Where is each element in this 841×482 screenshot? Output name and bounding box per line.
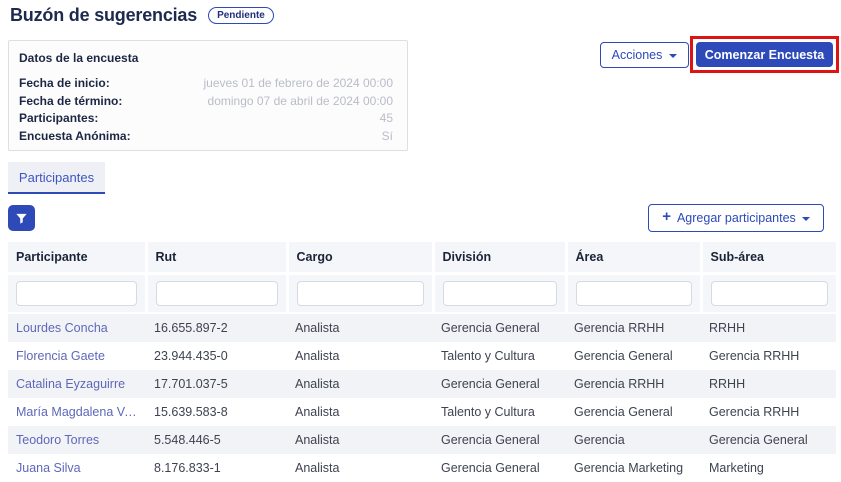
panel-heading: Datos de la encuesta <box>19 51 393 65</box>
table-cell: Gerencia <box>566 426 701 454</box>
status-badge: Pendiente <box>208 7 274 24</box>
filter-cell <box>287 274 433 314</box>
plus-icon: + <box>662 212 671 222</box>
filter-input-2[interactable] <box>156 281 278 306</box>
filter-button[interactable] <box>8 205 35 231</box>
field-value: domingo 07 de abril de 2024 00:00 <box>208 93 393 111</box>
table-cell: 16.655.897-2 <box>146 313 287 342</box>
table-cell: RRHH <box>701 313 836 342</box>
field-fecha-inicio: Fecha de inicio: jueves 01 de febrero de… <box>19 75 393 93</box>
table-cell: 8.176.833-1 <box>146 454 287 482</box>
participant-link[interactable]: María Magdalena Varas <box>8 398 146 426</box>
survey-data-panel: Datos de la encuesta Fecha de inicio: ju… <box>8 40 408 151</box>
column-header-1: Participante <box>8 242 146 274</box>
table-cell: Talento y Cultura <box>433 398 566 426</box>
table-row: María Magdalena Varas15.639.583-8Analist… <box>8 398 836 426</box>
page-header: Buzón de sugerencias Pendiente <box>10 5 274 26</box>
filter-row <box>8 274 836 314</box>
table-cell: Analista <box>287 426 433 454</box>
participant-link[interactable]: Juana Silva <box>8 454 146 482</box>
table-cell: Analista <box>287 313 433 342</box>
acciones-button-label: Acciones <box>612 48 663 62</box>
table-cell: Gerencia General <box>433 370 566 398</box>
filter-input-3[interactable] <box>297 281 424 306</box>
table-cell: Talento y Cultura <box>433 342 566 370</box>
agregar-participantes-label: Agregar participantes <box>677 211 796 225</box>
column-header-5: Área <box>566 242 701 274</box>
field-label: Fecha de inicio: <box>19 75 110 93</box>
filter-cell <box>8 274 146 314</box>
field-fecha-termino: Fecha de término: domingo 07 de abril de… <box>19 93 393 111</box>
tab-participantes[interactable]: Participantes <box>8 162 105 194</box>
filter-input-4[interactable] <box>443 281 557 306</box>
table-cell: Gerencia Marketing <box>566 454 701 482</box>
acciones-button[interactable]: Acciones <box>600 42 689 68</box>
agregar-participantes-button[interactable]: + Agregar participantes <box>648 204 824 232</box>
participants-table: ParticipanteRutCargoDivisiónÁreaSub-área… <box>8 242 836 482</box>
table-cell: Gerencia General <box>566 342 701 370</box>
filter-input-6[interactable] <box>711 281 829 306</box>
table-cell: Analista <box>287 342 433 370</box>
table-row: Florencia Gaete23.944.435-0AnalistaTalen… <box>8 342 836 370</box>
chevron-down-icon <box>802 217 810 221</box>
table-cell: Gerencia General <box>566 398 701 426</box>
table-cell: Analista <box>287 370 433 398</box>
table-row: Catalina Eyzaguirre17.701.037-5AnalistaG… <box>8 370 836 398</box>
table-cell: Gerencia RRHH <box>701 342 836 370</box>
filter-cell <box>146 274 287 314</box>
column-header-3: Cargo <box>287 242 433 274</box>
page-title: Buzón de sugerencias <box>10 5 197 26</box>
field-value: Sí <box>382 128 393 146</box>
field-encuesta-anonima: Encuesta Anónima: Sí <box>19 128 393 146</box>
filter-input-5[interactable] <box>576 281 692 306</box>
table-cell: Gerencia RRHH <box>566 370 701 398</box>
table-cell: 23.944.435-0 <box>146 342 287 370</box>
field-participantes: Participantes: 45 <box>19 110 393 128</box>
table-cell: Gerencia General <box>433 313 566 342</box>
field-value: 45 <box>380 110 393 128</box>
table-cell: Analista <box>287 454 433 482</box>
table-cell: Gerencia General <box>433 426 566 454</box>
field-label: Fecha de término: <box>19 93 122 111</box>
participant-link[interactable]: Florencia Gaete <box>8 342 146 370</box>
table-cell: Gerencia RRHH <box>566 313 701 342</box>
filter-cell <box>566 274 701 314</box>
participant-link[interactable]: Catalina Eyzaguirre <box>8 370 146 398</box>
chevron-down-icon <box>669 54 677 58</box>
table-row: Lourdes Concha16.655.897-2AnalistaGerenc… <box>8 313 836 342</box>
funnel-icon <box>15 212 28 225</box>
table-cell: RRHH <box>701 370 836 398</box>
comenzar-encuesta-button[interactable]: Comenzar Encuesta <box>696 42 833 67</box>
field-label: Participantes: <box>19 110 98 128</box>
column-header-6: Sub-área <box>701 242 836 274</box>
table-cell: Analista <box>287 398 433 426</box>
column-header-4: División <box>433 242 566 274</box>
table-cell: Gerencia General <box>701 426 836 454</box>
field-value: jueves 01 de febrero de 2024 00:00 <box>204 75 393 93</box>
filter-cell <box>433 274 566 314</box>
table-cell: Gerencia General <box>433 454 566 482</box>
table-cell: 15.639.583-8 <box>146 398 287 426</box>
table-cell: 5.548.446-5 <box>146 426 287 454</box>
column-header-2: Rut <box>146 242 287 274</box>
filter-input-1[interactable] <box>16 281 137 306</box>
table-cell: Gerencia RRHH <box>701 398 836 426</box>
participant-link[interactable]: Lourdes Concha <box>8 313 146 342</box>
table-cell: 17.701.037-5 <box>146 370 287 398</box>
filter-cell <box>701 274 836 314</box>
table-cell: Marketing <box>701 454 836 482</box>
table-body: Lourdes Concha16.655.897-2AnalistaGerenc… <box>8 313 836 482</box>
field-label: Encuesta Anónima: <box>19 128 131 146</box>
annotation-highlight-box: Comenzar Encuesta <box>690 36 839 73</box>
table-header: ParticipanteRutCargoDivisiónÁreaSub-área <box>8 242 836 313</box>
table-row: Juana Silva8.176.833-1AnalistaGerencia G… <box>8 454 836 482</box>
table-row: Teodoro Torres5.548.446-5AnalistaGerenci… <box>8 426 836 454</box>
participant-link[interactable]: Teodoro Torres <box>8 426 146 454</box>
